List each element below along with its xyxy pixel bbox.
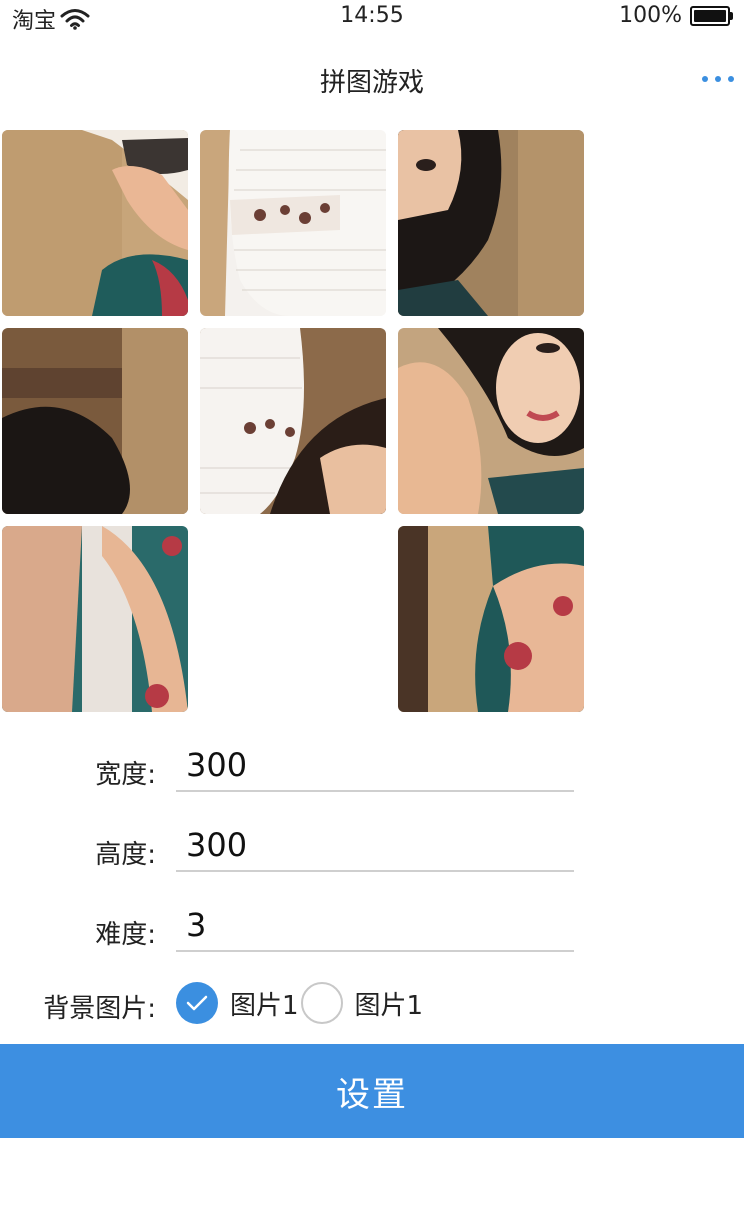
puzzle-tile[interactable] (200, 328, 386, 514)
submit-button[interactable]: 设置 (0, 1044, 744, 1138)
battery-full-icon (690, 5, 733, 26)
radio-unchecked-icon[interactable] (300, 982, 343, 1024)
difficulty-label: 难度: (95, 920, 156, 950)
width-row: 宽度: (0, 740, 744, 800)
background-label: 背景图片: (43, 994, 156, 1024)
width-label: 宽度: (95, 760, 156, 790)
puzzle-tile[interactable] (2, 130, 188, 316)
background-option-1-label: 图片1 (230, 990, 299, 1021)
page-title: 拼图游戏 (319, 68, 424, 98)
background-option-2-label: 图片1 (354, 990, 424, 1021)
difficulty-row: 难度: (0, 900, 744, 960)
puzzle-tile[interactable] (2, 328, 188, 514)
background-row: 背景图片: 图片1 图片1 (0, 982, 744, 1042)
puzzle-tile[interactable] (398, 130, 584, 316)
puzzle-empty-slot[interactable] (200, 526, 386, 712)
puzzle-tile[interactable] (398, 526, 584, 712)
battery: 100% (619, 3, 733, 28)
battery-percent: 100% (619, 3, 682, 28)
background-option-1[interactable]: 图片1 (176, 982, 299, 1024)
radio-checked-icon[interactable] (176, 982, 218, 1024)
background-radio-group: 图片1 图片1 (176, 982, 423, 1024)
height-field[interactable] (176, 820, 574, 872)
puzzle-tile[interactable] (200, 130, 386, 316)
more-dots-icon[interactable] (702, 76, 734, 82)
nav-bar: 拼图游戏 (0, 44, 744, 116)
height-row: 高度: (0, 820, 744, 880)
width-field[interactable] (176, 740, 574, 792)
puzzle-tile[interactable] (2, 526, 188, 712)
height-label: 高度: (95, 840, 156, 870)
difficulty-field[interactable] (176, 900, 574, 952)
status-bar: 淘宝 14:55 100% (0, 0, 744, 36)
background-option-2[interactable]: 图片1 (300, 982, 424, 1024)
puzzle-board (2, 130, 584, 712)
puzzle-tile[interactable] (398, 328, 584, 514)
